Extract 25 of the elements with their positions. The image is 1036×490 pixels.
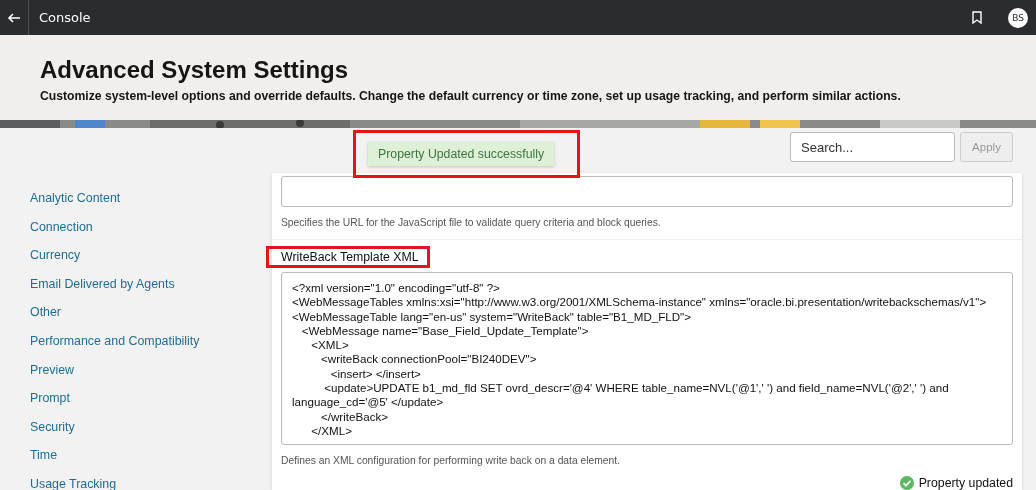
- sidebar-link[interactable]: Performance and Compatibility: [30, 331, 200, 351]
- sidebar-link[interactable]: Preview: [30, 360, 75, 380]
- search-field[interactable]: Search...: [790, 132, 955, 162]
- field-label: WriteBack Template XML: [281, 250, 419, 265]
- success-toast: Property Updated successfully: [368, 142, 555, 166]
- user-avatar[interactable]: BS: [1008, 7, 1028, 28]
- sidebar-link[interactable]: Time: [30, 446, 58, 465]
- sidebar-link[interactable]: Currency: [30, 246, 81, 265]
- sidebar-link[interactable]: Prompt: [30, 389, 70, 408]
- sidebar-link[interactable]: Analytic Content: [30, 189, 121, 208]
- field-description: Specifies the URL for the JavaScript file to validate query criteria and block queries.: [281, 217, 662, 228]
- field-description: Defines an XML configuration for performing write back on a data element.: [281, 455, 622, 466]
- input-field[interactable]: [281, 176, 1013, 207]
- app-title: Console: [39, 10, 92, 25]
- sidebar-link[interactable]: Security: [30, 417, 75, 437]
- bookmark-icon[interactable]: [972, 11, 982, 24]
- sidebar-link[interactable]: Usage Tracking: [30, 474, 117, 490]
- xml-editor[interactable]: <?xml version="1.0" encoding="utf-8" ?> <WebMessageTables xmlns:xsi="http://www.w3.org/2001/XMLSchema-instance" xmlns="oracle.bi.presentation/writebackschemas/v1"> <WebMessageTable lang="en-us" system="WriteBack" table="B1_MD_FLD"> <WebMessage name="Base_Field_Update_Template"> <XML> <writeBack connectionPool="BI240DEV"> <insert> </insert> <update>UPDATE b1_md_fld SET ovrd_descr='@4' WHERE table_name=NVL('@1',' ') and field_name=NVL('@2',' ') and language_cd='@5' </update> </writeBack> </XML>: [281, 272, 1013, 445]
- sidebar-link[interactable]: Email Delivered by Agents: [30, 274, 175, 294]
- back-arrow-icon: [7, 12, 21, 23]
- page-title: Advanced System Settings: [40, 56, 350, 84]
- page-description: Customize system-level options and override defaults. Change the default currency or time zone, set up usage tracking, and perform similar actions.: [40, 89, 902, 103]
- sidebar-link[interactable]: Other: [30, 303, 61, 322]
- status-text: Property updated: [918, 476, 1013, 490]
- sidebar-link[interactable]: Connection: [30, 217, 93, 237]
